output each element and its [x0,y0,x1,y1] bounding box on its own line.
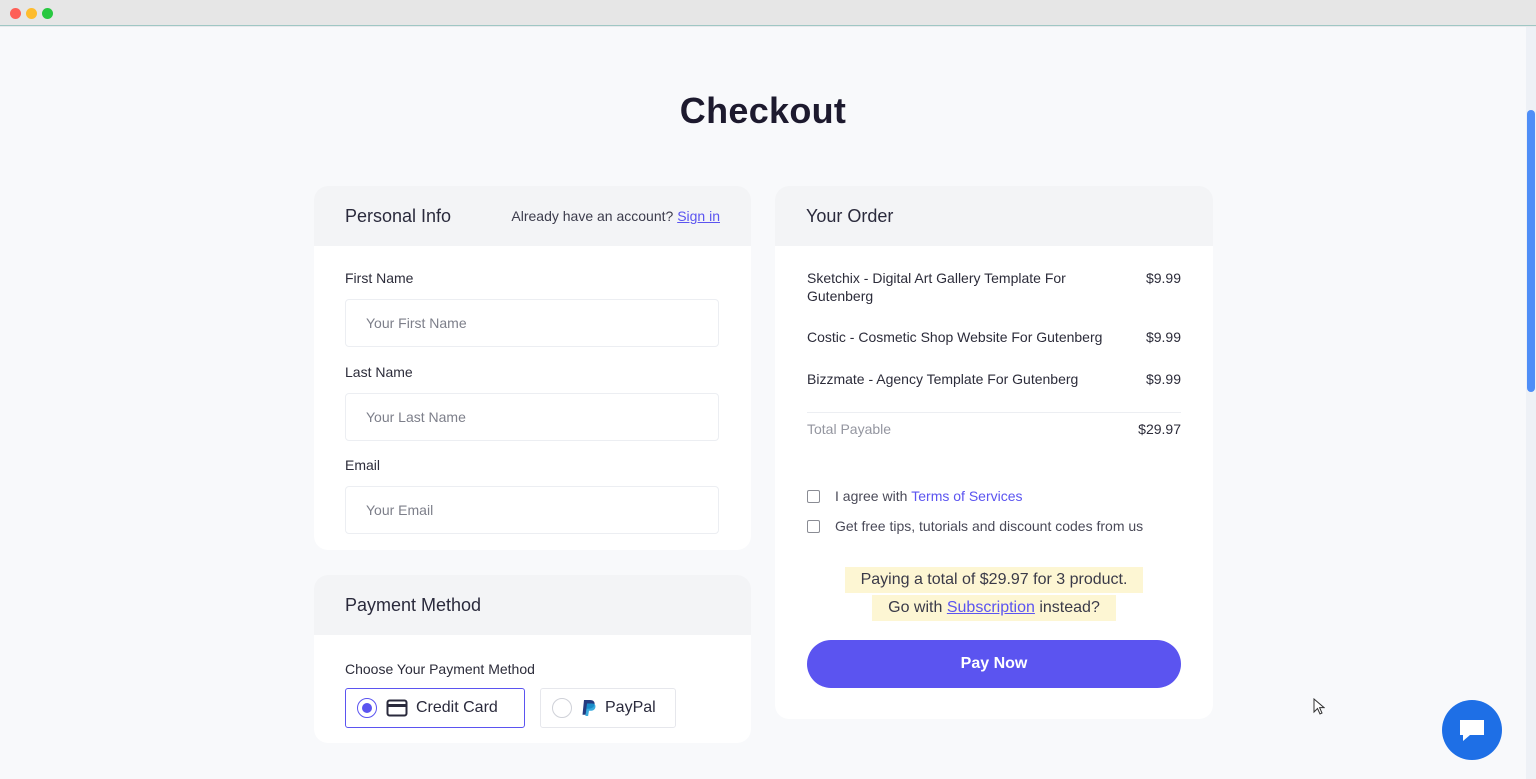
page-title: Checkout [679,90,847,131]
subscription-link[interactable]: Subscription [947,599,1035,616]
payment-method-header: Payment Method [314,575,751,635]
paypal-radio[interactable] [552,698,572,718]
order-divider [807,412,1181,413]
terms-of-services-link[interactable]: Terms of Services [911,488,1022,504]
total-value: $29.97 [1138,421,1181,437]
last-name-label: Last Name [345,364,413,380]
personal-info-header: Personal Info Already have an account? S… [314,186,751,246]
credit-card-label: Credit Card [416,699,498,716]
paypal-icon [582,700,596,716]
total-label: Total Payable [807,421,892,437]
personal-info-card: Personal Info Already have an account? S… [314,186,751,550]
minimize-window-button[interactable] [26,8,37,19]
radio-selected-dot [362,703,372,713]
total-row: Total Payable $29.97 [807,421,1181,437]
order-title: Your Order [806,205,894,226]
payment-method-title: Payment Method [345,594,482,615]
notice-line1: Paying a total of $29.97 for 3 product. [844,567,1144,593]
first-name-label: First Name [345,270,414,286]
tips-checkbox[interactable] [807,519,820,533]
tips-label: Get free tips, tutorials and discount co… [835,518,1144,534]
credit-card-icon [386,699,408,717]
sign-in-link[interactable]: Sign in [677,208,720,224]
credit-card-radio[interactable] [357,698,377,718]
payment-method-card: Payment Method Choose Your Payment Metho… [314,575,751,743]
pay-now-button[interactable]: Pay Now [807,640,1181,688]
account-prompt-text: Already have an account? [511,208,674,224]
account-prompt: Already have an account? Sign in [511,208,720,224]
credit-card-option[interactable]: Credit Card [345,688,525,728]
order-item: Costic - Cosmetic Shop Website For Guten… [807,328,1181,346]
order-item-price: $9.99 [1145,329,1181,345]
choose-payment-label: Choose Your Payment Method [345,661,535,677]
order-item: Bizzmate - Agency Template For Gutenberg… [807,370,1181,388]
order-header: Your Order [775,186,1213,246]
terms-checkbox[interactable] [807,489,820,503]
terms-agreement-row: I agree with Terms of Services [807,488,1023,504]
page-scrollbar-thumb[interactable] [1527,110,1535,392]
payment-notice: Paying a total of $29.97 for 3 product. [775,567,1213,593]
chat-button[interactable] [1442,700,1502,760]
close-window-button[interactable] [10,8,21,19]
subscription-notice: Go with Subscription instead? [775,595,1213,621]
paypal-option[interactable]: PayPal [540,688,676,728]
paypal-label: PayPal [605,699,656,716]
order-item-name: Bizzmate - Agency Template For Gutenberg [807,371,1079,387]
email-input[interactable] [345,486,719,534]
email-label: Email [345,457,381,473]
chat-bubble-icon [1460,720,1484,741]
maximize-window-button[interactable] [42,8,53,19]
agree-prefix: I agree with [835,488,908,504]
checkout-page: Checkout Personal Info Already have an a… [0,27,1526,779]
order-item-price: $9.99 [1145,270,1181,286]
order-item-price: $9.99 [1145,371,1181,387]
mouse-cursor-icon [1313,698,1325,715]
last-name-input[interactable] [345,393,719,441]
order-item: Sketchix - Digital Art Gallery Template … [807,269,1181,305]
order-item-name: Sketchix - Digital Art Gallery Template … [807,270,1066,304]
tips-opt-in-row: Get free tips, tutorials and discount co… [807,518,1143,534]
subscription-line: Go with Subscription instead? [872,595,1116,621]
first-name-input[interactable] [345,299,719,347]
notice-prefix: Go with [888,599,943,616]
window-titlebar [0,0,1536,26]
personal-info-title: Personal Info [345,205,452,226]
order-card: Your Order Sketchix - Digital Art Galler… [775,186,1213,719]
order-item-name: Costic - Cosmetic Shop Website For Guten… [807,329,1103,345]
notice-suffix: instead? [1039,599,1100,616]
